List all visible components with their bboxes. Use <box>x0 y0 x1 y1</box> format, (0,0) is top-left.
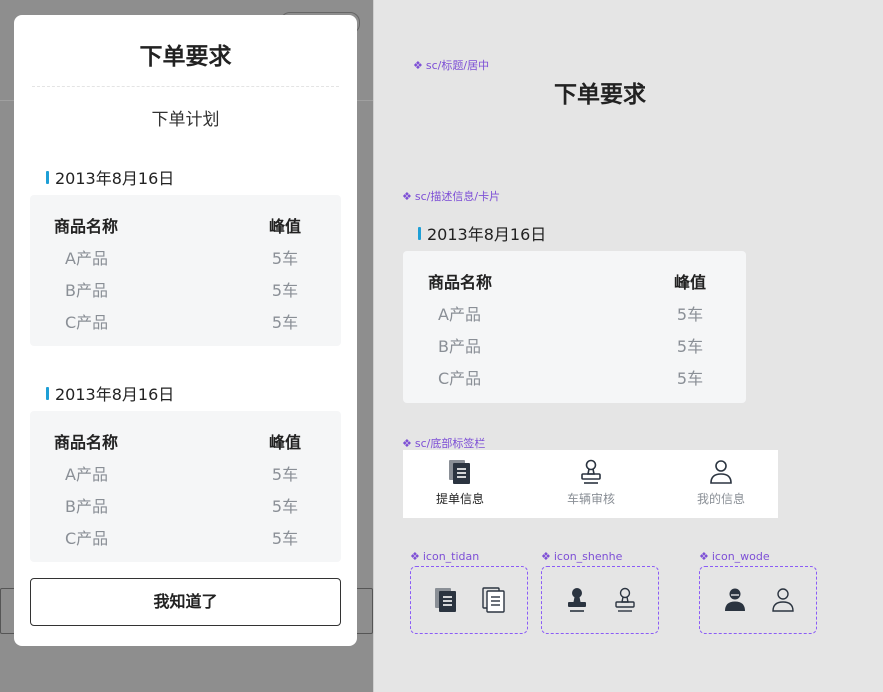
row-value: 5车 <box>271 465 299 484</box>
product-card: 商品名称 峰值 A产品 5车 B产品 5车 C产品 5车 <box>30 411 341 562</box>
table-header: 商品名称 峰值 <box>30 429 341 453</box>
component-label-text: sc/底部标签栏 <box>414 437 486 450</box>
document-filled-icon <box>435 588 456 612</box>
row-value: 5车 <box>271 313 299 332</box>
table-row: A产品 5车 <box>30 461 341 485</box>
group-date: 2013年8月16日 <box>46 381 174 405</box>
table-row: B产品 5车 <box>30 277 341 301</box>
user-filled-icon <box>725 588 745 611</box>
row-name: A产品 <box>438 305 481 324</box>
app-background: 下单要求 下单计划 2013年8月16日 商品名称 峰值 A产品 5车 B产品 … <box>0 0 373 692</box>
row-value: 5车 <box>271 281 299 300</box>
header-value: 峰值 <box>268 217 301 236</box>
table-row: A产品 5车 <box>30 245 341 269</box>
component-label-text: icon_shenhe <box>553 550 623 563</box>
component-diamond-icon: ❖ <box>413 58 423 72</box>
card-date-text: 2013年8月16日 <box>427 225 547 244</box>
header-value: 峰值 <box>268 433 301 452</box>
icon-set-shenhe <box>541 566 659 634</box>
table-row: C产品 5车 <box>30 309 341 333</box>
stamp-outline-icon <box>615 587 635 612</box>
component-card-preview: 商品名称 峰值 A产品 5车 B产品 5车 C产品 5车 <box>403 251 746 403</box>
product-card: 商品名称 峰值 A产品 5车 B产品 5车 C产品 5车 <box>30 195 341 346</box>
row-value: 5车 <box>676 369 704 388</box>
stamp-filled-icon <box>568 588 586 612</box>
component-label-icon-tidan: ❖ icon_tidan <box>410 550 479 563</box>
document-icon <box>449 460 470 484</box>
row-name: A产品 <box>65 249 108 268</box>
header-name: 商品名称 <box>54 433 119 452</box>
component-label-text: icon_tidan <box>422 550 480 563</box>
stamp-icon <box>581 459 601 484</box>
row-name: B产品 <box>65 497 108 516</box>
component-diamond-icon: ❖ <box>541 550 551 563</box>
table-row: C产品 5车 <box>403 365 746 389</box>
row-name: B产品 <box>438 337 481 356</box>
component-label-text: icon_wode <box>711 550 770 563</box>
order-requirement-modal: 下单要求 下单计划 2013年8月16日 商品名称 峰值 A产品 5车 B产品 … <box>14 15 357 646</box>
row-name: C产品 <box>65 529 109 548</box>
bottom-tab-bar: 提单信息 车辆审核 我的信息 <box>403 450 778 518</box>
component-label-text: sc/描述信息/卡片 <box>414 190 501 203</box>
component-diamond-icon: ❖ <box>402 436 412 450</box>
tab-my-info[interactable]: 我的信息 <box>671 450 771 518</box>
row-value: 5车 <box>676 305 704 324</box>
header-name: 商品名称 <box>428 273 493 292</box>
date-marker <box>46 386 49 400</box>
user-outline-icon <box>772 588 794 612</box>
component-label-icon-shenhe: ❖ icon_shenhe <box>541 550 622 563</box>
component-label-tabbar: ❖ sc/底部标签栏 <box>402 435 485 451</box>
component-diamond-icon: ❖ <box>699 550 709 563</box>
row-name: B产品 <box>65 281 108 300</box>
modal-divider <box>32 86 339 87</box>
component-label-title: ❖ sc/标题/居中 <box>413 57 489 73</box>
table-row: A产品 5车 <box>403 301 746 325</box>
component-diamond-icon: ❖ <box>410 550 420 563</box>
table-row: B产品 5车 <box>30 493 341 517</box>
row-value: 5车 <box>676 337 704 356</box>
tab-order-info[interactable]: 提单信息 <box>410 450 510 518</box>
component-diamond-icon: ❖ <box>402 189 412 203</box>
table-row: C产品 5车 <box>30 525 341 549</box>
card-date: 2013年8月16日 <box>418 221 546 245</box>
row-name: A产品 <box>65 465 108 484</box>
row-value: 5车 <box>271 249 299 268</box>
date-marker <box>418 226 421 240</box>
component-label-card: ❖ sc/描述信息/卡片 <box>402 188 500 204</box>
group-date-text: 2013年8月16日 <box>55 169 175 188</box>
row-name: C产品 <box>65 313 109 332</box>
component-title-preview: 下单要求 <box>554 82 646 108</box>
table-row: B产品 5车 <box>403 333 746 357</box>
group-date: 2013年8月16日 <box>46 165 174 189</box>
confirm-button[interactable]: 我知道了 <box>30 578 341 626</box>
row-value: 5车 <box>271 529 299 548</box>
header-value: 峰值 <box>673 273 706 292</box>
tab-vehicle-review[interactable]: 车辆审核 <box>541 450 641 518</box>
tab-label: 我的信息 <box>696 492 745 506</box>
tab-label: 车辆审核 <box>566 492 615 506</box>
component-label-icon-wode: ❖ icon_wode <box>699 550 770 563</box>
date-marker <box>46 170 49 184</box>
icon-set-tidan <box>410 566 528 634</box>
component-label-text: sc/标题/居中 <box>425 59 490 72</box>
icon-set-wode <box>699 566 817 634</box>
canvas-divider <box>373 0 374 692</box>
row-value: 5车 <box>271 497 299 516</box>
table-header: 商品名称 峰值 <box>30 213 341 237</box>
table-header: 商品名称 峰值 <box>403 269 746 293</box>
tab-label: 提单信息 <box>435 492 484 506</box>
modal-title: 下单要求 <box>139 44 232 70</box>
row-name: C产品 <box>438 369 482 388</box>
document-outline-icon <box>482 587 505 613</box>
user-icon <box>710 460 732 484</box>
modal-subtitle: 下单计划 <box>151 110 220 130</box>
header-name: 商品名称 <box>54 217 119 236</box>
group-date-text: 2013年8月16日 <box>55 385 175 404</box>
